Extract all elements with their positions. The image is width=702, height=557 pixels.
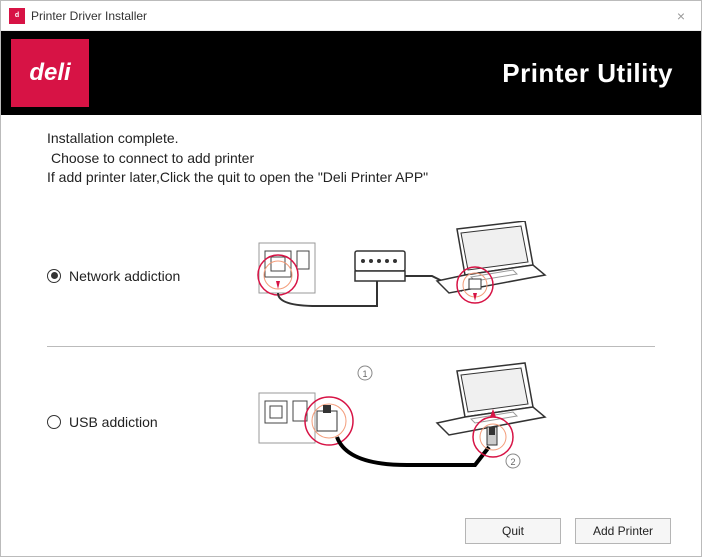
add-printer-button[interactable]: Add Printer [575,518,671,544]
banner: deli Printer Utility [1,31,701,115]
app-icon: d [9,8,25,24]
message-line-1: Installation complete. [47,129,655,149]
footer: Quit Add Printer [1,506,701,556]
radio-network[interactable]: Network addiction [47,268,257,284]
option-usb: USB addiction 1 2 [47,357,655,487]
options-divider [47,346,655,347]
diagram-network-icon [257,221,655,331]
radio-usb-indicator [47,415,61,429]
quit-button[interactable]: Quit [465,518,561,544]
radio-usb-label: USB addiction [69,414,158,430]
svg-text:2: 2 [510,457,515,467]
radio-network-label: Network addiction [69,268,180,284]
banner-title: Printer Utility [502,58,673,89]
window-title: Printer Driver Installer [31,9,669,23]
svg-text:1: 1 [362,369,367,379]
close-icon[interactable]: × [669,8,693,24]
option-network: Network addiction [47,216,655,336]
radio-network-indicator [47,269,61,283]
message-line-2: Choose to connect to add printer [47,149,655,169]
diagram-usb-icon: 1 2 [257,357,655,487]
message-line-3: If add printer later,Click the quit to o… [47,168,655,188]
connection-options: Network addiction [47,216,655,487]
titlebar: d Printer Driver Installer × [1,1,701,31]
install-message: Installation complete. Choose to connect… [47,129,655,188]
brand-logo: deli [11,39,89,107]
radio-usb[interactable]: USB addiction [47,414,257,430]
content: Installation complete. Choose to connect… [1,115,701,506]
